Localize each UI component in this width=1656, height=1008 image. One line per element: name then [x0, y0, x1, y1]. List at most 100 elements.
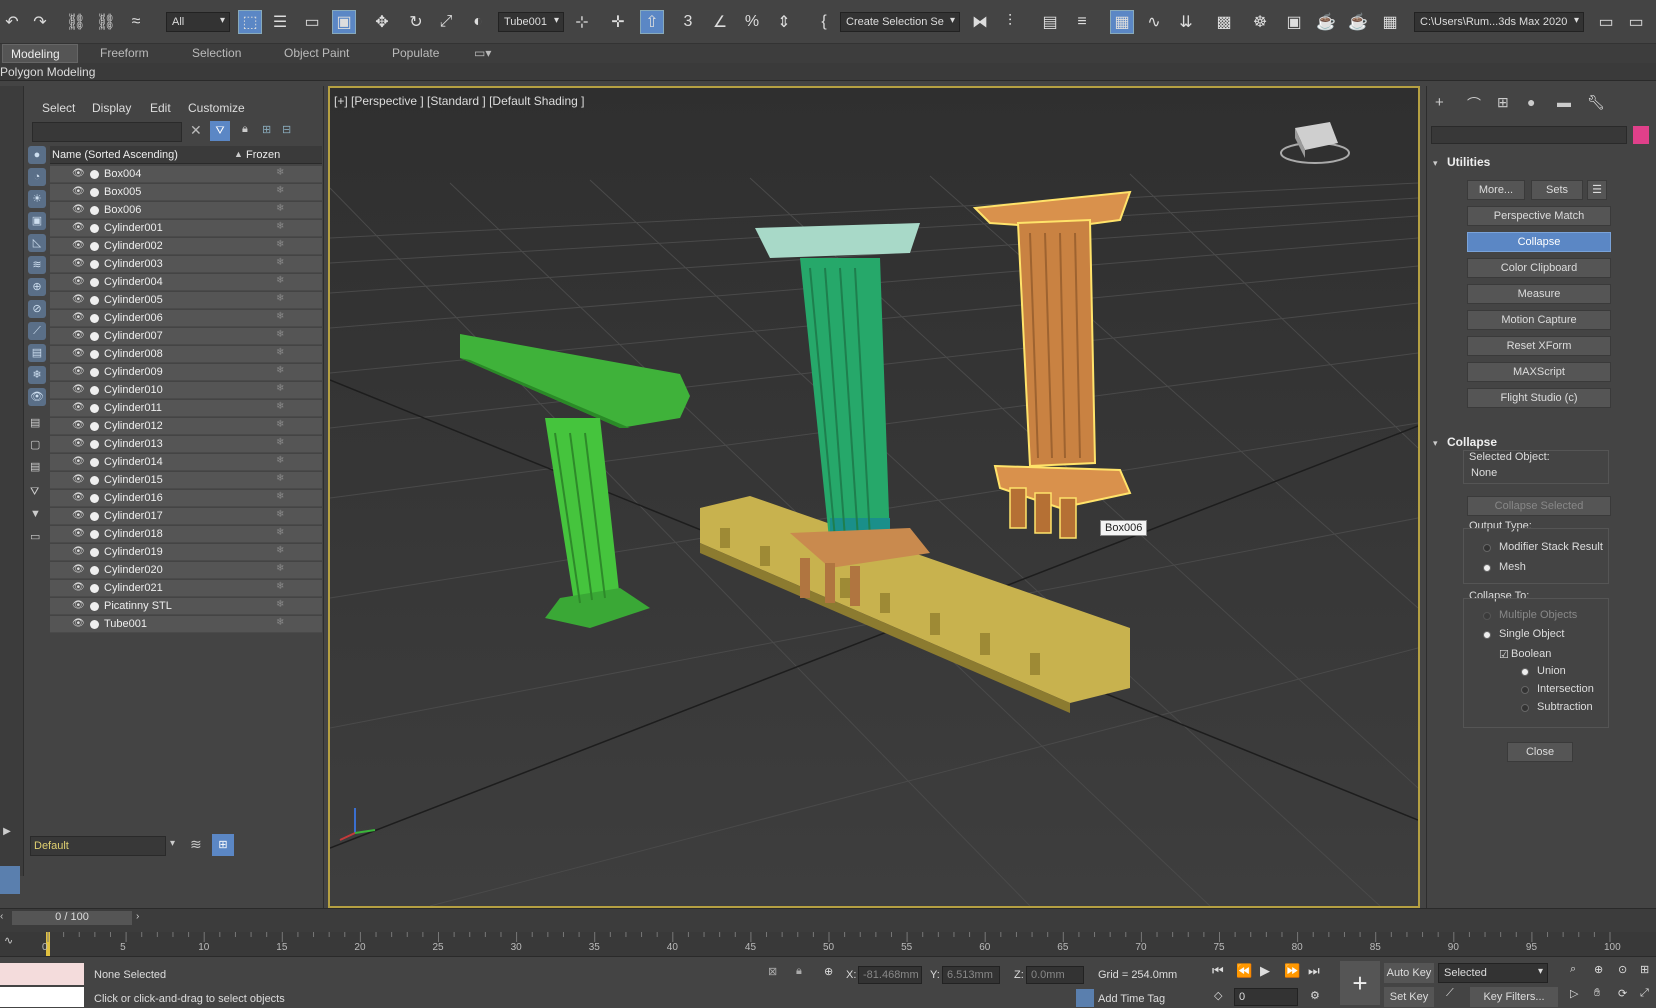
- render-setup-icon[interactable]: ☸: [1248, 10, 1272, 34]
- renderable-dot-icon[interactable]: [90, 440, 99, 449]
- utility-button-measure[interactable]: Measure: [1467, 284, 1611, 304]
- utility-button-reset-xform[interactable]: Reset XForm: [1467, 336, 1611, 356]
- project-folder-icon[interactable]: ▭: [1594, 10, 1618, 34]
- table-row[interactable]: 👁︎ Cylinder005 ❄: [50, 292, 322, 309]
- utility-button-perspective-match[interactable]: Perspective Match: [1467, 206, 1611, 226]
- frozen-icon[interactable]: ❄: [276, 563, 284, 574]
- visibility-eye-icon[interactable]: 👁︎: [72, 330, 85, 341]
- set-project-icon[interactable]: ▭: [1624, 10, 1648, 34]
- absolute-mode-icon[interactable]: ⊕: [824, 965, 833, 978]
- frozen-icon[interactable]: ❄: [276, 419, 284, 430]
- utility-button-color-clipboard[interactable]: Color Clipboard: [1467, 258, 1611, 278]
- time-config-icon[interactable]: ⚙: [1310, 989, 1320, 1002]
- object-name-field[interactable]: [1431, 126, 1627, 144]
- orbit-icon[interactable]: ⟳: [1618, 987, 1627, 1000]
- motion-tab-icon[interactable]: ●: [1527, 94, 1535, 110]
- frozen-icon[interactable]: ❄: [276, 437, 284, 448]
- renderable-dot-icon[interactable]: [90, 332, 99, 341]
- zoom-extents-icon[interactable]: ⊙: [1618, 963, 1627, 976]
- renderable-dot-icon[interactable]: [90, 566, 99, 575]
- clear-search-icon[interactable]: ✕: [190, 122, 202, 139]
- table-row[interactable]: 👁︎ Cylinder010 ❄: [50, 382, 322, 399]
- renderable-dot-icon[interactable]: [90, 404, 99, 413]
- expand-arrow-icon[interactable]: ▶: [0, 826, 14, 844]
- reference-coord-select[interactable]: Tube001: [498, 12, 564, 32]
- next-frame-icon[interactable]: ›: [136, 911, 146, 925]
- current-frame-field[interactable]: 0: [1234, 988, 1298, 1006]
- link-icon[interactable]: ⛓: [64, 10, 88, 34]
- maximize-viewport-icon[interactable]: ⤢: [1640, 987, 1649, 1000]
- auto-key-button[interactable]: Auto Key: [1384, 963, 1434, 983]
- polygon-modeling-label[interactable]: Polygon Modeling: [0, 65, 95, 79]
- spinner-snap-icon[interactable]: ⇕: [772, 10, 796, 34]
- frozen-icon[interactable]: ❄: [276, 617, 284, 628]
- filter-funnel-icon[interactable]: ⛛: [30, 486, 39, 499]
- visibility-eye-icon[interactable]: 👁︎: [72, 402, 85, 413]
- time-slider-thumb[interactable]: 0 / 100: [12, 911, 132, 925]
- visibility-eye-icon[interactable]: 👁︎: [72, 276, 85, 287]
- prev-frame-icon[interactable]: ‹: [0, 911, 10, 925]
- menu-edit[interactable]: Edit: [150, 101, 171, 115]
- scene-search-input[interactable]: [32, 122, 182, 142]
- pan-icon[interactable]: ✋︎: [1594, 987, 1600, 1000]
- collapse-selected-button[interactable]: Collapse Selected: [1467, 496, 1611, 516]
- curve-editor-icon[interactable]: ∿: [1142, 10, 1166, 34]
- move-icon[interactable]: ✥: [370, 10, 394, 34]
- frozen-icon[interactable]: ❄: [276, 581, 284, 592]
- rotate-icon[interactable]: ↻: [404, 10, 428, 34]
- layer-explorer-icon[interactable]: ▤: [1038, 10, 1062, 34]
- xref-filter-icon[interactable]: ⊘: [28, 300, 46, 318]
- visibility-eye-icon[interactable]: 👁︎: [72, 168, 85, 179]
- renderable-dot-icon[interactable]: [90, 170, 99, 179]
- renderable-dot-icon[interactable]: [90, 422, 99, 431]
- table-row[interactable]: 👁︎ Cylinder004 ❄: [50, 274, 322, 291]
- z-coord-field[interactable]: 0.0mm: [1026, 966, 1084, 984]
- renderable-dot-icon[interactable]: [90, 260, 99, 269]
- frozen-icon[interactable]: ❄: [276, 509, 284, 520]
- table-row[interactable]: 👁︎ Cylinder013 ❄: [50, 436, 322, 453]
- visibility-eye-icon[interactable]: 👁︎: [72, 258, 85, 269]
- window-crossing-icon[interactable]: ▣: [332, 10, 356, 34]
- visibility-eye-icon[interactable]: 👁︎: [72, 312, 85, 323]
- visibility-eye-icon[interactable]: 👁︎: [72, 366, 85, 377]
- hierarchy-tab-icon[interactable]: ⊞: [1497, 94, 1509, 111]
- table-row[interactable]: 👁︎ Cylinder014 ❄: [50, 454, 322, 471]
- renderable-dot-icon[interactable]: [90, 188, 99, 197]
- frozen-icon[interactable]: ❄: [276, 473, 284, 484]
- rendered-frame-icon[interactable]: ▣: [1282, 10, 1306, 34]
- table-row[interactable]: 👁︎ Cylinder020 ❄: [50, 562, 322, 579]
- layer-dropdown-icon[interactable]: ▾: [170, 838, 175, 849]
- maxscript-input[interactable]: [0, 987, 84, 1007]
- visibility-eye-icon[interactable]: 👁︎: [72, 222, 85, 233]
- frozen-icon[interactable]: ❄: [276, 491, 284, 502]
- create-tab-icon[interactable]: +: [1435, 94, 1444, 111]
- frozen-icon[interactable]: ❄: [276, 167, 284, 178]
- x-coord-field[interactable]: -81.468mm: [858, 966, 922, 984]
- container-icon[interactable]: ▭: [30, 530, 40, 543]
- frozen-icon[interactable]: ❄: [276, 275, 284, 286]
- configure-sets-icon[interactable]: ☰: [1587, 180, 1607, 200]
- renderable-dot-icon[interactable]: [90, 530, 99, 539]
- table-row[interactable]: 👁︎ Box005 ❄: [50, 184, 322, 201]
- frozen-icon[interactable]: ❄: [276, 221, 284, 232]
- bone-filter-icon[interactable]: ⟋: [28, 322, 46, 340]
- perspective-viewport[interactable]: [+] [Perspective ] [Standard ] [Default …: [328, 86, 1420, 908]
- object-color-swatch[interactable]: [1633, 126, 1649, 144]
- undo-icon[interactable]: ↶: [0, 10, 24, 34]
- bind-spacewarp-icon[interactable]: ≈: [124, 10, 148, 34]
- camera-filter-icon[interactable]: ▣: [28, 212, 46, 230]
- collapse-arrow-icon[interactable]: ▾: [1433, 158, 1438, 169]
- fov-icon[interactable]: ▷: [1570, 987, 1578, 1000]
- container-filter-icon[interactable]: ▤: [28, 344, 46, 362]
- table-row[interactable]: 👁︎ Cylinder009 ❄: [50, 364, 322, 381]
- renderable-dot-icon[interactable]: [90, 224, 99, 233]
- toggle-ribbon-icon[interactable]: ≡: [1070, 10, 1094, 34]
- visibility-eye-icon[interactable]: 👁︎: [72, 492, 85, 503]
- visibility-eye-icon[interactable]: 👁︎: [72, 384, 85, 395]
- group-filter-icon[interactable]: ⊕: [28, 278, 46, 296]
- zoom-icon[interactable]: ⌕: [1570, 963, 1576, 976]
- edit-named-sel-icon[interactable]: {: [812, 10, 836, 34]
- union-radio[interactable]: [1521, 668, 1529, 676]
- visibility-eye-icon[interactable]: 👁︎: [72, 600, 85, 611]
- table-row[interactable]: 👁︎ Cylinder003 ❄: [50, 256, 322, 273]
